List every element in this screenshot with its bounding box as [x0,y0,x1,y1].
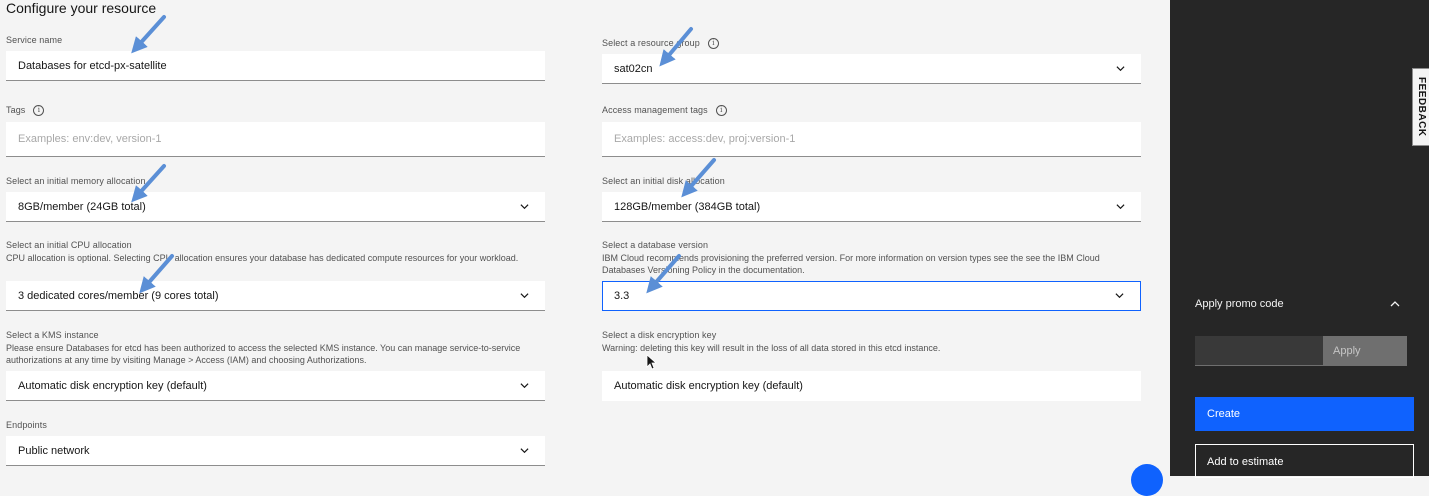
create-button[interactable]: Create [1195,397,1414,431]
disk-value: 128GB/member (384GB total) [614,201,761,213]
kms-label: Select a KMS instance [6,330,99,340]
access-tags-placeholder: Examples: access:dev, proj:version-1 [614,133,796,145]
tags-label: Tags i [6,105,45,117]
cpu-value: 3 dedicated cores/member (9 cores total) [18,290,219,302]
db-version-value: 3.3 [614,290,630,302]
service-name-value: Databases for etcd-px-satellite [18,60,167,72]
feedback-label: FEEDBACK [1416,77,1427,137]
service-name-input[interactable]: Databases for etcd-px-satellite [6,51,545,81]
kms-value: Automatic disk encryption key (default) [18,380,207,392]
mouse-cursor-icon [646,354,658,370]
disk-select[interactable]: 128GB/member (384GB total) [602,192,1141,222]
cpu-help-text: CPU allocation is optional. Selecting CP… [6,253,519,263]
cpu-label: Select an initial CPU allocation [6,240,132,250]
disk-key-value: Automatic disk encryption key (default) [614,380,803,392]
access-tags-label: Access management tags i [602,105,727,117]
chevron-down-icon [520,383,529,389]
db-version-help-line1: IBM Cloud recommends provisioning the pr… [602,253,1100,263]
endpoints-value: Public network [18,445,90,457]
db-version-label: Select a database version [602,240,709,250]
resource-group-label: Select a resource group i [602,38,719,50]
chevron-down-icon [1115,293,1124,299]
chevron-down-icon [520,204,529,210]
service-name-label: Service name [6,35,63,45]
disk-key-field[interactable]: Automatic disk encryption key (default) [602,371,1141,401]
chevron-down-icon [1116,204,1125,210]
info-icon[interactable]: i [707,38,719,50]
disk-key-warning: Warning: deleting this key will result i… [602,343,941,353]
help-chat-button[interactable] [1131,464,1163,496]
feedback-tab[interactable]: FEEDBACK [1412,68,1429,146]
tags-placeholder: Examples: env:dev, version-1 [18,133,162,145]
resource-group-select[interactable]: sat02cn [602,54,1141,84]
cpu-select[interactable]: 3 dedicated cores/member (9 cores total) [6,281,545,311]
kms-help-line2: authorizations at any time by visiting M… [6,354,367,365]
info-icon[interactable]: i [33,105,45,117]
memory-select[interactable]: 8GB/member (24GB total) [6,192,545,222]
disk-key-label: Select a disk encryption key [602,330,717,340]
endpoints-label: Endpoints [6,420,47,430]
promo-code-toggle[interactable]: Apply promo code [1195,298,1284,310]
page-title: Configure your resource [6,0,157,16]
chevron-down-icon [520,293,529,299]
resource-group-value: sat02cn [614,63,653,75]
info-icon[interactable]: i [715,105,727,117]
chevron-down-icon [520,448,529,454]
memory-label: Select an initial memory allocation [6,176,146,186]
apply-promo-button[interactable]: Apply [1323,336,1407,366]
add-to-estimate-button[interactable]: Add to estimate [1195,444,1414,478]
main-panel: Configure your resource Service name Dat… [0,0,1170,496]
chevron-up-icon[interactable] [1390,299,1400,309]
promo-code-input[interactable] [1195,336,1323,366]
kms-help-line1: Please ensure Databases for etcd has bee… [6,343,521,353]
endpoints-select[interactable]: Public network [6,436,545,466]
access-tags-input[interactable]: Examples: access:dev, proj:version-1 [602,122,1141,157]
db-version-help-line2: Databases Versioning Policy in the docum… [602,264,805,275]
disk-label: Select an initial disk allocation [602,176,725,186]
db-version-select[interactable]: 3.3 [602,281,1141,311]
memory-value: 8GB/member (24GB total) [18,201,146,213]
chevron-down-icon [1116,66,1125,72]
tags-input[interactable]: Examples: env:dev, version-1 [6,122,545,157]
kms-select[interactable]: Automatic disk encryption key (default) [6,371,545,401]
